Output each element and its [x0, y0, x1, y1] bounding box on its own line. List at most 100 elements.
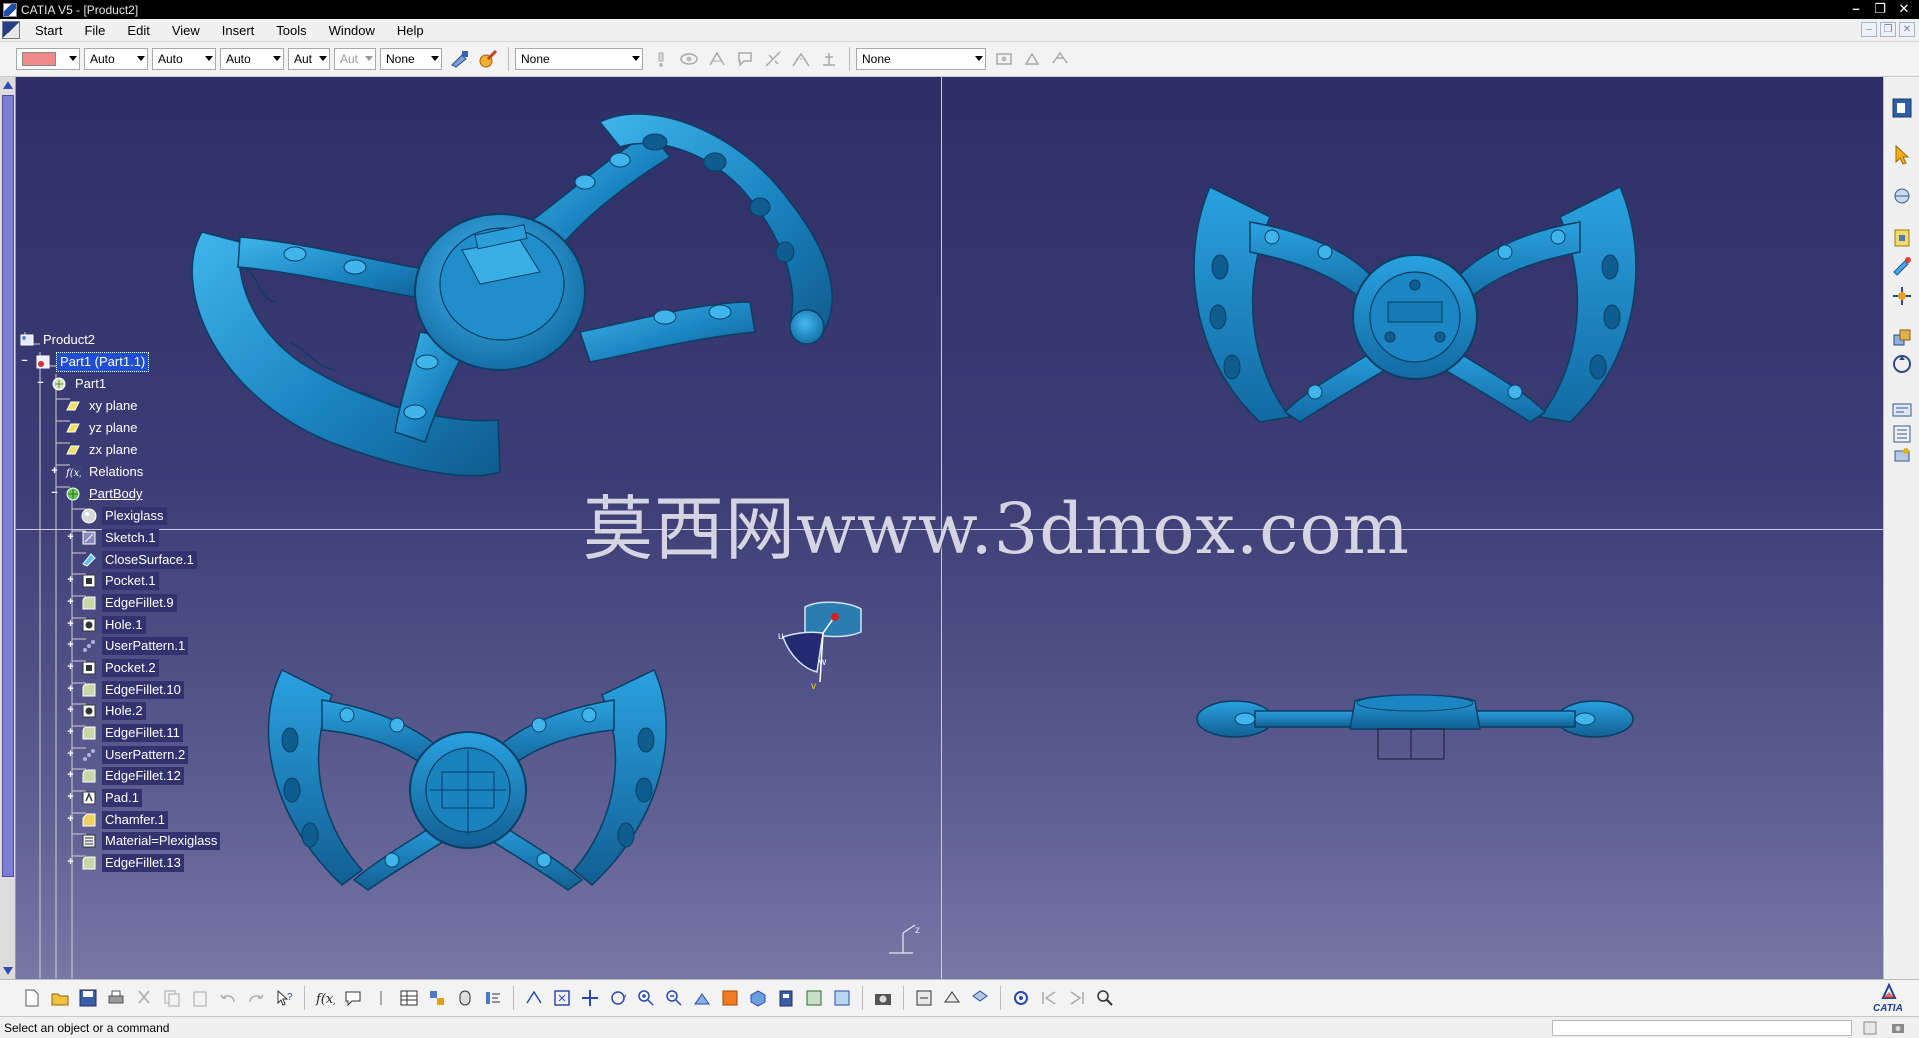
select-arrow-icon[interactable] — [1891, 143, 1913, 165]
collapse-node-icon[interactable]: − — [50, 488, 59, 499]
layer-combo[interactable]: None — [380, 48, 442, 70]
catalog-icon[interactable] — [426, 987, 448, 1009]
catia-app-icon[interactable] — [3, 2, 17, 17]
annotation-icon[interactable] — [734, 48, 756, 70]
tree-node[interactable]: yz plane — [64, 418, 140, 438]
scroll-up-icon[interactable] — [3, 81, 13, 89]
tree-node[interactable]: + EdgeFillet.12 — [67, 766, 184, 786]
tree-node[interactable]: + UserPattern.1 — [67, 636, 189, 656]
table-icon[interactable] — [398, 987, 420, 1009]
iso-view-part[interactable] — [180, 102, 860, 522]
top-view-part[interactable] — [1190, 177, 1640, 437]
tree-node[interactable]: + Hole.1 — [67, 615, 146, 635]
clash-analysis-icon[interactable] — [1891, 399, 1913, 421]
bill-of-material-icon[interactable] — [1891, 423, 1913, 445]
query-icon[interactable] — [650, 48, 672, 70]
rotate-icon[interactable] — [607, 987, 629, 1009]
expand-node-icon[interactable]: + — [66, 857, 75, 868]
isometric-view-icon[interactable] — [747, 987, 769, 1009]
hide-show-icon[interactable] — [803, 987, 825, 1009]
expand-node-icon[interactable]: + — [66, 575, 75, 586]
bottom-view-part[interactable] — [262, 660, 674, 900]
tree-node[interactable]: + Pocket.1 — [67, 571, 159, 591]
tree-node[interactable]: + Hole.2 — [67, 701, 146, 721]
front-view-part[interactable] — [1195, 689, 1635, 799]
expand-node-icon[interactable]: + — [66, 640, 75, 651]
tree-node[interactable]: + Pad.1 — [67, 788, 142, 808]
color-combo[interactable] — [16, 48, 80, 70]
point-symbol-combo[interactable]: Aut — [288, 48, 330, 70]
edit-sketch-icon[interactable] — [1891, 255, 1913, 277]
knowledge-icon[interactable] — [342, 987, 364, 1009]
menu-tools[interactable]: Tools — [265, 19, 317, 42]
assembly-constraint-icon[interactable] — [1891, 185, 1913, 207]
expand-node-icon[interactable]: + — [66, 619, 75, 630]
menu-file[interactable]: File — [73, 19, 116, 42]
stop-command-icon[interactable] — [1862, 1020, 1878, 1036]
open-folder-icon[interactable] — [49, 987, 71, 1009]
tree-node[interactable]: Product2 — [18, 330, 98, 350]
scroll-thumb[interactable] — [2, 95, 14, 877]
swap-visible-space-icon[interactable] — [831, 987, 853, 1009]
collapse-node-icon[interactable]: − — [20, 356, 29, 367]
expand-node-icon[interactable]: + — [66, 770, 75, 781]
last-step-icon[interactable] — [1066, 987, 1088, 1009]
workbench-icon[interactable] — [1891, 97, 1913, 119]
expand-node-icon[interactable]: + — [66, 662, 75, 673]
search-icon[interactable] — [1094, 987, 1116, 1009]
zoom-in-icon[interactable] — [635, 987, 657, 1009]
undo-icon[interactable] — [217, 987, 239, 1009]
new-component-icon[interactable] — [1891, 227, 1913, 249]
thickness-combo[interactable]: Auto — [220, 48, 284, 70]
minimize-button[interactable]: – — [1847, 1, 1865, 17]
expand-node-icon[interactable]: + — [66, 792, 75, 803]
tree-node[interactable]: − PartBody — [51, 484, 145, 504]
formula-icon[interactable]: f(x) — [314, 987, 336, 1009]
expand-node-icon[interactable]: + — [66, 727, 75, 738]
constraint-icon[interactable] — [762, 48, 784, 70]
expand-node-icon[interactable]: + — [66, 705, 75, 716]
whats-this-icon[interactable]: ? — [273, 987, 295, 1009]
tree-node[interactable]: CloseSurface.1 — [80, 550, 197, 570]
tree-node[interactable]: − Part1 — [37, 374, 109, 394]
manipulation-icon[interactable] — [1891, 353, 1913, 375]
update-icon[interactable] — [913, 987, 935, 1009]
compass-icon[interactable]: u v w — [775, 597, 865, 697]
compass-reset-icon[interactable] — [1010, 987, 1032, 1009]
expand-node-icon[interactable]: + — [66, 532, 75, 543]
tree-node[interactable]: zx plane — [64, 440, 140, 460]
graphic-properties-icon[interactable] — [477, 48, 499, 70]
linetype-combo[interactable]: Auto — [152, 48, 216, 70]
tolerance-icon[interactable] — [790, 48, 812, 70]
snap-icon[interactable] — [1891, 327, 1913, 349]
expand-node-icon[interactable]: + — [66, 684, 75, 695]
transparency-combo[interactable]: Auto — [84, 48, 148, 70]
tree-node[interactable]: + EdgeFillet.10 — [67, 680, 184, 700]
doc-minimize-button[interactable]: – — [1861, 22, 1877, 37]
power-input-field[interactable] — [1552, 1020, 1852, 1036]
fit-all-icon[interactable] — [551, 987, 573, 1009]
style-filter-combo[interactable]: None — [515, 48, 643, 70]
tree-node[interactable]: − Part1 (Part1.1) — [21, 352, 150, 372]
second-filter-combo[interactable]: None — [856, 48, 986, 70]
move-component-icon[interactable] — [1891, 285, 1913, 307]
collapse-node-icon[interactable]: − — [36, 378, 45, 389]
fly-mode-icon[interactable] — [523, 987, 545, 1009]
view-icon[interactable] — [1021, 48, 1043, 70]
filter-eye-icon[interactable] — [678, 48, 700, 70]
pan-icon[interactable] — [579, 987, 601, 1009]
rendering-combo[interactable]: Aut — [334, 48, 376, 70]
first-step-icon[interactable] — [1038, 987, 1060, 1009]
tree-node[interactable]: + Sketch.1 — [67, 528, 159, 548]
tree-node[interactable]: Plexiglass — [80, 506, 167, 526]
menu-insert[interactable]: Insert — [211, 19, 266, 42]
camera-icon[interactable] — [1890, 1020, 1906, 1036]
geometry-area[interactable]: Product2− Part1 (Part1.1) − Part1 xy plane yz… — [0, 77, 1883, 979]
section-icon[interactable] — [1049, 48, 1071, 70]
doc-close-button[interactable]: ✕ — [1899, 22, 1915, 37]
menu-window[interactable]: Window — [318, 19, 386, 42]
menu-edit[interactable]: Edit — [116, 19, 160, 42]
save-icon[interactable] — [77, 987, 99, 1009]
tree-node[interactable]: Material=Plexiglass — [80, 831, 221, 851]
doc-restore-button[interactable]: ❐ — [1880, 22, 1896, 37]
